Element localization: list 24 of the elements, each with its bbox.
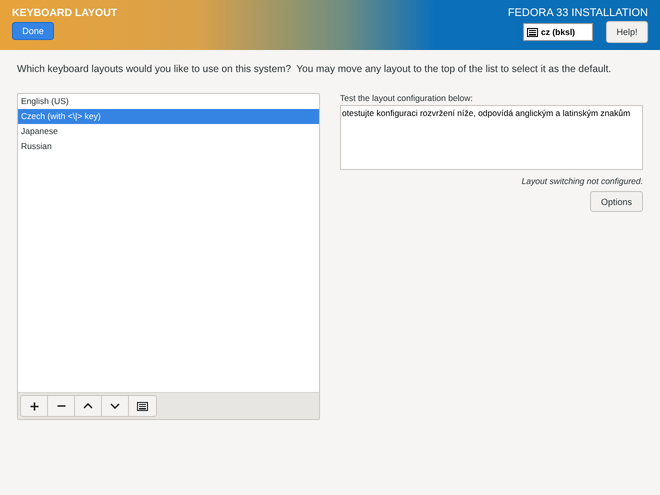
add-button[interactable]	[21, 396, 48, 416]
options-button[interactable]: Options	[590, 191, 643, 212]
page-title: KEYBOARD LAYOUT	[12, 7, 118, 19]
keyboard-icon	[527, 28, 538, 36]
preview-layout-button[interactable]	[129, 396, 156, 416]
done-button[interactable]: Done	[12, 22, 54, 40]
help-button[interactable]: Help!	[606, 21, 648, 43]
layout-list-item[interactable]: Czech (with <\|> key)	[18, 109, 319, 124]
product-title: FEDORA 33 INSTALLATION	[508, 7, 648, 19]
instructions-text: Which keyboard layouts would you like to use on this system? You may move any layout to the top of the list to select it as the default.	[16, 63, 612, 77]
status-note: Layout switching not configured.	[520, 176, 643, 186]
test-label: Test the layout configuration below:	[340, 93, 474, 105]
layout-list-item[interactable]: Japanese	[18, 124, 319, 139]
layout-indicator-label: cz (bksl)	[541, 27, 576, 37]
move-down-button[interactable]	[102, 396, 129, 416]
test-input-field[interactable]: otestujte konfiguraci rozvržení níže, odpovídá anglickým a latinským znakům	[340, 105, 643, 170]
layout-indicator[interactable]: cz (bksl)	[523, 23, 593, 41]
add-icon	[30, 402, 38, 410]
move-up-button[interactable]	[75, 396, 102, 416]
keyboard-icon	[137, 402, 148, 410]
chevron-down-icon	[110, 403, 120, 409]
layout-list-item[interactable]: English (US)	[18, 94, 319, 109]
layout-list-item[interactable]: Russian	[18, 139, 319, 154]
chevron-up-icon	[83, 403, 93, 409]
